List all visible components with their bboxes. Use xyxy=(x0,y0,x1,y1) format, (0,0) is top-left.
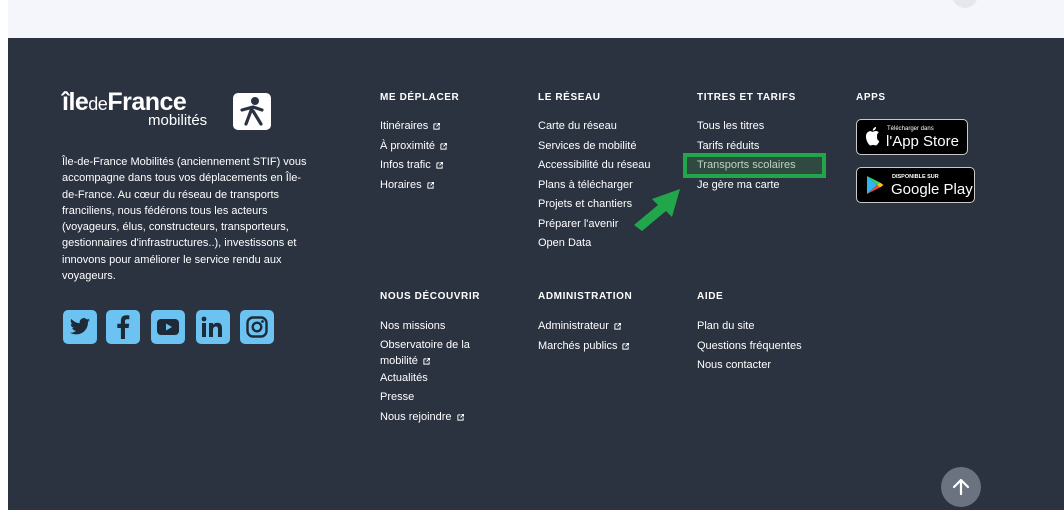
google-play-button[interactable]: DISPONIBLE SUR Google Play xyxy=(856,167,975,203)
external-link-icon xyxy=(423,357,430,365)
col-title: ME DÉPLACER xyxy=(380,92,460,103)
scroll-to-top-button[interactable] xyxy=(941,467,981,507)
col-le-reseau: LE RÉSEAU Carte du réseau Services de mo… xyxy=(538,92,651,249)
footer-link[interactable]: Horaires xyxy=(380,176,447,196)
arrow-up-icon xyxy=(952,478,970,496)
instagram-icon[interactable] xyxy=(240,310,274,344)
col-titres-tarifs: TITRES ET TARIFS Tous les titres Tarifs … xyxy=(697,92,796,191)
footer-link[interactable]: Plan du site xyxy=(697,317,802,337)
col-title: APPS xyxy=(856,92,886,103)
footer-link[interactable]: Nos missions xyxy=(380,317,470,337)
top-strip xyxy=(8,0,1064,38)
walker-icon xyxy=(233,93,271,130)
brand-logo[interactable]: îledeFrance mobilités xyxy=(62,88,272,136)
footer-link[interactable]: Tous les titres xyxy=(697,117,796,137)
youtube-icon[interactable] xyxy=(151,310,185,344)
col-title: TITRES ET TARIFS xyxy=(697,92,796,103)
col-title: NOUS DÉCOUVRIR xyxy=(380,291,481,302)
footer-link[interactable]: Questions fréquentes xyxy=(697,337,802,357)
footer-link[interactable]: Presse xyxy=(380,388,470,408)
footer-link[interactable]: Carte du réseau xyxy=(538,117,651,137)
external-link-icon xyxy=(456,413,464,421)
footer-link[interactable]: Services de mobilité xyxy=(538,137,651,157)
external-link-icon xyxy=(614,323,621,330)
google-play-icon xyxy=(867,176,884,194)
external-link-icon xyxy=(433,123,441,130)
about-text: Île-de-France Mobilités (anciennement ST… xyxy=(62,156,307,283)
external-link-icon xyxy=(440,142,448,150)
footer: îledeFrance mobilités Île-de-France Mobi… xyxy=(8,38,1064,510)
footer-link[interactable]: Observatoire de la mobilité xyxy=(380,337,470,369)
apple-icon xyxy=(866,127,880,146)
twitter-icon[interactable] xyxy=(63,310,97,344)
footer-link[interactable]: Marchés publics xyxy=(538,337,630,357)
partial-button[interactable] xyxy=(952,0,978,8)
col-nous-decouvrir: NOUS DÉCOUVRIR Nos missions Observatoire… xyxy=(380,291,481,423)
external-link-icon xyxy=(426,181,434,189)
footer-link[interactable]: Je gère ma carte xyxy=(697,176,796,196)
logo-subtitle: mobilités xyxy=(148,112,208,129)
highlight-box xyxy=(683,153,826,178)
external-link-icon xyxy=(622,342,630,350)
footer-link[interactable]: Itinéraires xyxy=(380,117,447,137)
col-apps: APPS xyxy=(856,92,886,103)
footer-link[interactable]: Infos trafic xyxy=(380,156,447,176)
col-title: AIDE xyxy=(697,291,724,302)
col-title: LE RÉSEAU xyxy=(538,92,601,103)
col-administration: ADMINISTRATION Administrateur Marchés pu… xyxy=(538,291,633,352)
external-link-icon xyxy=(436,162,443,169)
footer-link[interactable]: Actualités xyxy=(380,369,470,389)
col-aide: AIDE Plan du site Questions fréquentes N… xyxy=(697,291,802,371)
facebook-icon[interactable] xyxy=(106,310,140,344)
footer-link[interactable]: À proximité xyxy=(380,137,448,157)
linkedin-icon[interactable] xyxy=(196,310,230,344)
col-title: ADMINISTRATION xyxy=(538,291,633,302)
footer-link[interactable]: Accessibilité du réseau xyxy=(538,156,651,176)
footer-link[interactable]: Nous contacter xyxy=(697,356,802,376)
footer-link[interactable]: Nous rejoindre xyxy=(380,408,470,428)
col-me-deplacer: ME DÉPLACER Itinéraires À proximité Info… xyxy=(380,92,460,191)
footer-link[interactable]: Administrateur xyxy=(538,317,629,337)
app-store-button[interactable]: Télécharger dans l'App Store xyxy=(856,119,968,155)
green-arrow-icon xyxy=(634,189,680,231)
